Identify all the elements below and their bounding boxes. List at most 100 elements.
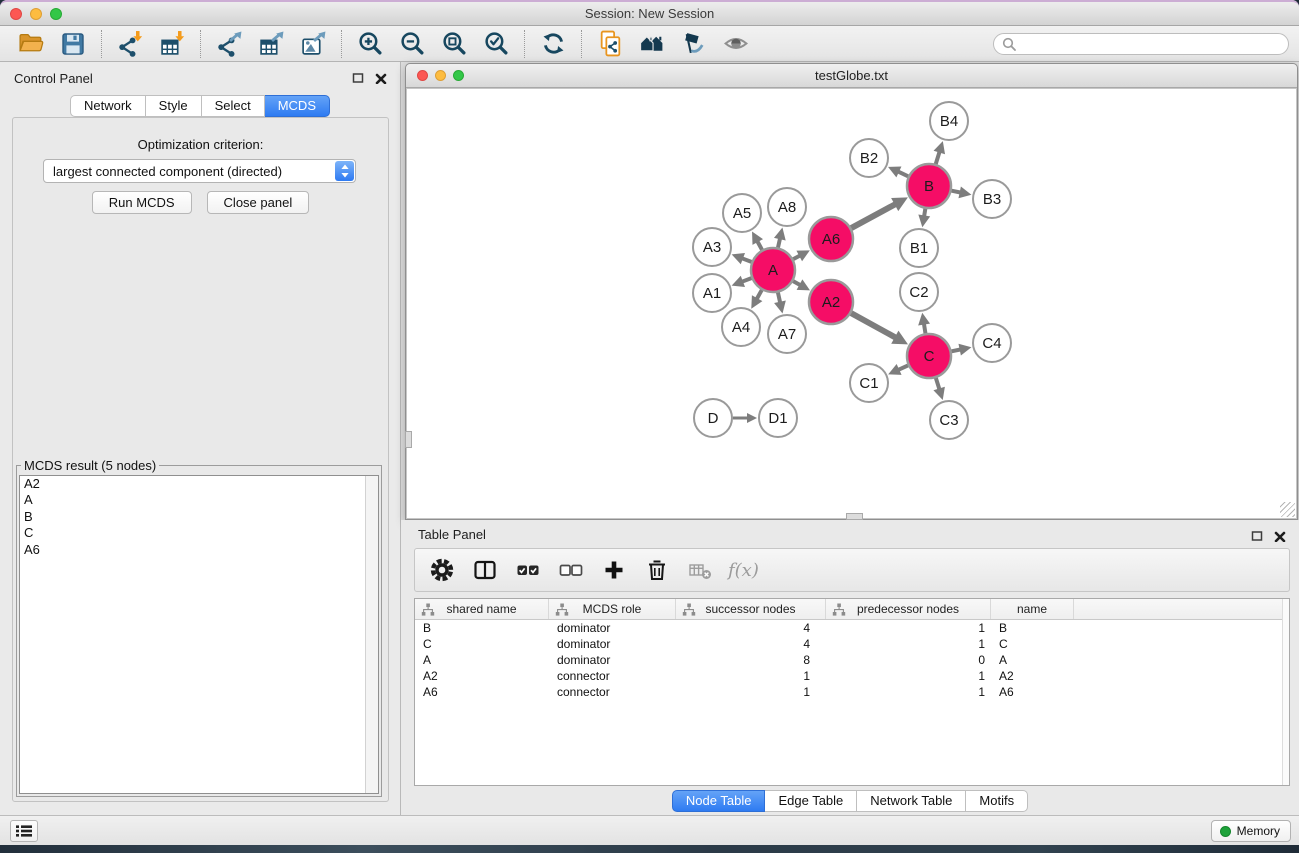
tab-style[interactable]: Style: [146, 95, 202, 117]
graph-node-A7[interactable]: A7: [768, 315, 806, 353]
graph-node-C1[interactable]: C1: [850, 364, 888, 402]
mcds-result-item[interactable]: A6: [20, 542, 378, 558]
graph-node-B3[interactable]: B3: [973, 180, 1011, 218]
mcds-result-item[interactable]: A: [20, 492, 378, 508]
bottom-splitter-grip[interactable]: [846, 513, 863, 520]
graph-node-A2[interactable]: A2: [809, 280, 853, 324]
table-cell[interactable]: 1: [676, 668, 826, 684]
graph-node-A4[interactable]: A4: [722, 308, 760, 346]
search-box[interactable]: [993, 33, 1289, 55]
settings-button[interactable]: [427, 555, 457, 585]
graph-edge-C-C3[interactable]: [933, 378, 944, 400]
tab-motifs[interactable]: Motifs: [966, 790, 1028, 812]
table-cell[interactable]: dominator: [549, 636, 676, 652]
table-cell[interactable]: B: [415, 620, 549, 636]
graph-edge-A-A2[interactable]: [793, 279, 810, 290]
show-annotations-button[interactable]: [673, 28, 715, 60]
table-cell[interactable]: 8: [676, 652, 826, 668]
table-cell[interactable]: A: [991, 652, 1074, 668]
table-cell[interactable]: dominator: [549, 620, 676, 636]
zoom-out-button[interactable]: [391, 28, 433, 60]
float-panel-button[interactable]: [351, 71, 365, 85]
table-row[interactable]: Cdominator41C: [415, 636, 1289, 652]
graph-node-D1[interactable]: D1: [759, 399, 797, 437]
graph-edge-C-C2[interactable]: [918, 313, 930, 334]
graph-node-B4[interactable]: B4: [930, 102, 968, 140]
export-network-button[interactable]: [208, 28, 250, 60]
save-session-button[interactable]: [52, 28, 94, 60]
graph-node-D[interactable]: D: [694, 399, 732, 437]
table-scrollbar[interactable]: [1282, 599, 1289, 785]
tab-node-table[interactable]: Node Table: [672, 790, 766, 812]
refresh-network-button[interactable]: [532, 28, 574, 60]
float-table-panel-button[interactable]: [1250, 529, 1264, 543]
zoom-fit-button[interactable]: [433, 28, 475, 60]
graph-edge-A-A8[interactable]: [774, 227, 786, 247]
run-mcds-button[interactable]: Run MCDS: [92, 191, 192, 214]
graph-node-A6[interactable]: A6: [809, 217, 853, 261]
table-row[interactable]: Adominator80A: [415, 652, 1289, 668]
table-cell[interactable]: A2: [991, 668, 1074, 684]
table-cell[interactable]: A6: [415, 684, 549, 700]
import-network-button[interactable]: [109, 28, 151, 60]
tab-select[interactable]: Select: [202, 95, 265, 117]
table-cell[interactable]: A2: [415, 668, 549, 684]
graph-node-A3[interactable]: A3: [693, 228, 731, 266]
graph-node-B2[interactable]: B2: [850, 139, 888, 177]
table-cell[interactable]: 1: [826, 668, 991, 684]
criterion-dropdown[interactable]: largest connected component (directed): [43, 159, 356, 183]
mcds-result-item[interactable]: A2: [20, 476, 378, 492]
table-cell[interactable]: 1: [826, 636, 991, 652]
graph-node-C2[interactable]: C2: [900, 273, 938, 311]
table-row[interactable]: A6connector11A6: [415, 684, 1289, 700]
graph-edge-A-A3[interactable]: [732, 253, 752, 264]
graph-node-A5[interactable]: A5: [723, 194, 761, 232]
graph-edge-A-A7[interactable]: [774, 292, 786, 313]
close-table-panel-button[interactable]: [1273, 529, 1287, 543]
graph-edge-A-A1[interactable]: [732, 276, 752, 287]
table-cell[interactable]: 1: [676, 684, 826, 700]
window-resize-grip[interactable]: [1280, 502, 1295, 517]
mcds-result-scrollbar[interactable]: [365, 476, 378, 793]
tab-network[interactable]: Network: [70, 95, 146, 117]
graph-node-B[interactable]: B: [907, 164, 951, 208]
add-row-button[interactable]: [599, 555, 629, 585]
table-cell[interactable]: 4: [676, 636, 826, 652]
search-input[interactable]: [1022, 36, 1280, 52]
column-header-predecessor-nodes[interactable]: predecessor nodes: [826, 599, 991, 619]
delete-row-button[interactable]: [642, 555, 672, 585]
column-header-MCDS-role[interactable]: MCDS role: [549, 599, 676, 619]
duplicate-network-button[interactable]: [589, 28, 631, 60]
table-cell[interactable]: B: [991, 620, 1074, 636]
table-cell[interactable]: A: [415, 652, 549, 668]
mcds-result-item[interactable]: C: [20, 525, 378, 541]
table-cell[interactable]: dominator: [549, 652, 676, 668]
table-cell[interactable]: C: [415, 636, 549, 652]
tab-network-table[interactable]: Network Table: [857, 790, 966, 812]
graph-edge-A-A4[interactable]: [751, 290, 762, 309]
graph-edge-C-C1[interactable]: [888, 364, 908, 375]
export-table-button[interactable]: [250, 28, 292, 60]
graph-edge-D-D1[interactable]: [733, 413, 757, 423]
table-cell[interactable]: 1: [826, 620, 991, 636]
left-splitter-grip[interactable]: [405, 431, 412, 448]
tab-edge-table[interactable]: Edge Table: [765, 790, 857, 812]
deselect-all-button[interactable]: [556, 555, 586, 585]
graph-edge-B-B4[interactable]: [934, 141, 945, 164]
tab-mcds[interactable]: MCDS: [265, 95, 330, 117]
zoom-selected-button[interactable]: [475, 28, 517, 60]
column-header-name[interactable]: name: [991, 599, 1074, 619]
graph-node-C3[interactable]: C3: [930, 401, 968, 439]
graph-node-A1[interactable]: A1: [693, 274, 731, 312]
table-cell[interactable]: 0: [826, 652, 991, 668]
table-cell[interactable]: connector: [549, 684, 676, 700]
table-cell[interactable]: connector: [549, 668, 676, 684]
open-session-button[interactable]: [10, 28, 52, 60]
table-cell[interactable]: 1: [826, 684, 991, 700]
import-table-button[interactable]: [151, 28, 193, 60]
graph-edge-B-B3[interactable]: [952, 186, 972, 198]
table-cell[interactable]: C: [991, 636, 1074, 652]
network-canvas[interactable]: B4B2BB3A8A5A6A3B1AA1C2A2A4A7C4CC1C3DD1: [406, 88, 1297, 519]
graph-edge-A2-C[interactable]: [851, 313, 908, 344]
open-home-button[interactable]: [631, 28, 673, 60]
